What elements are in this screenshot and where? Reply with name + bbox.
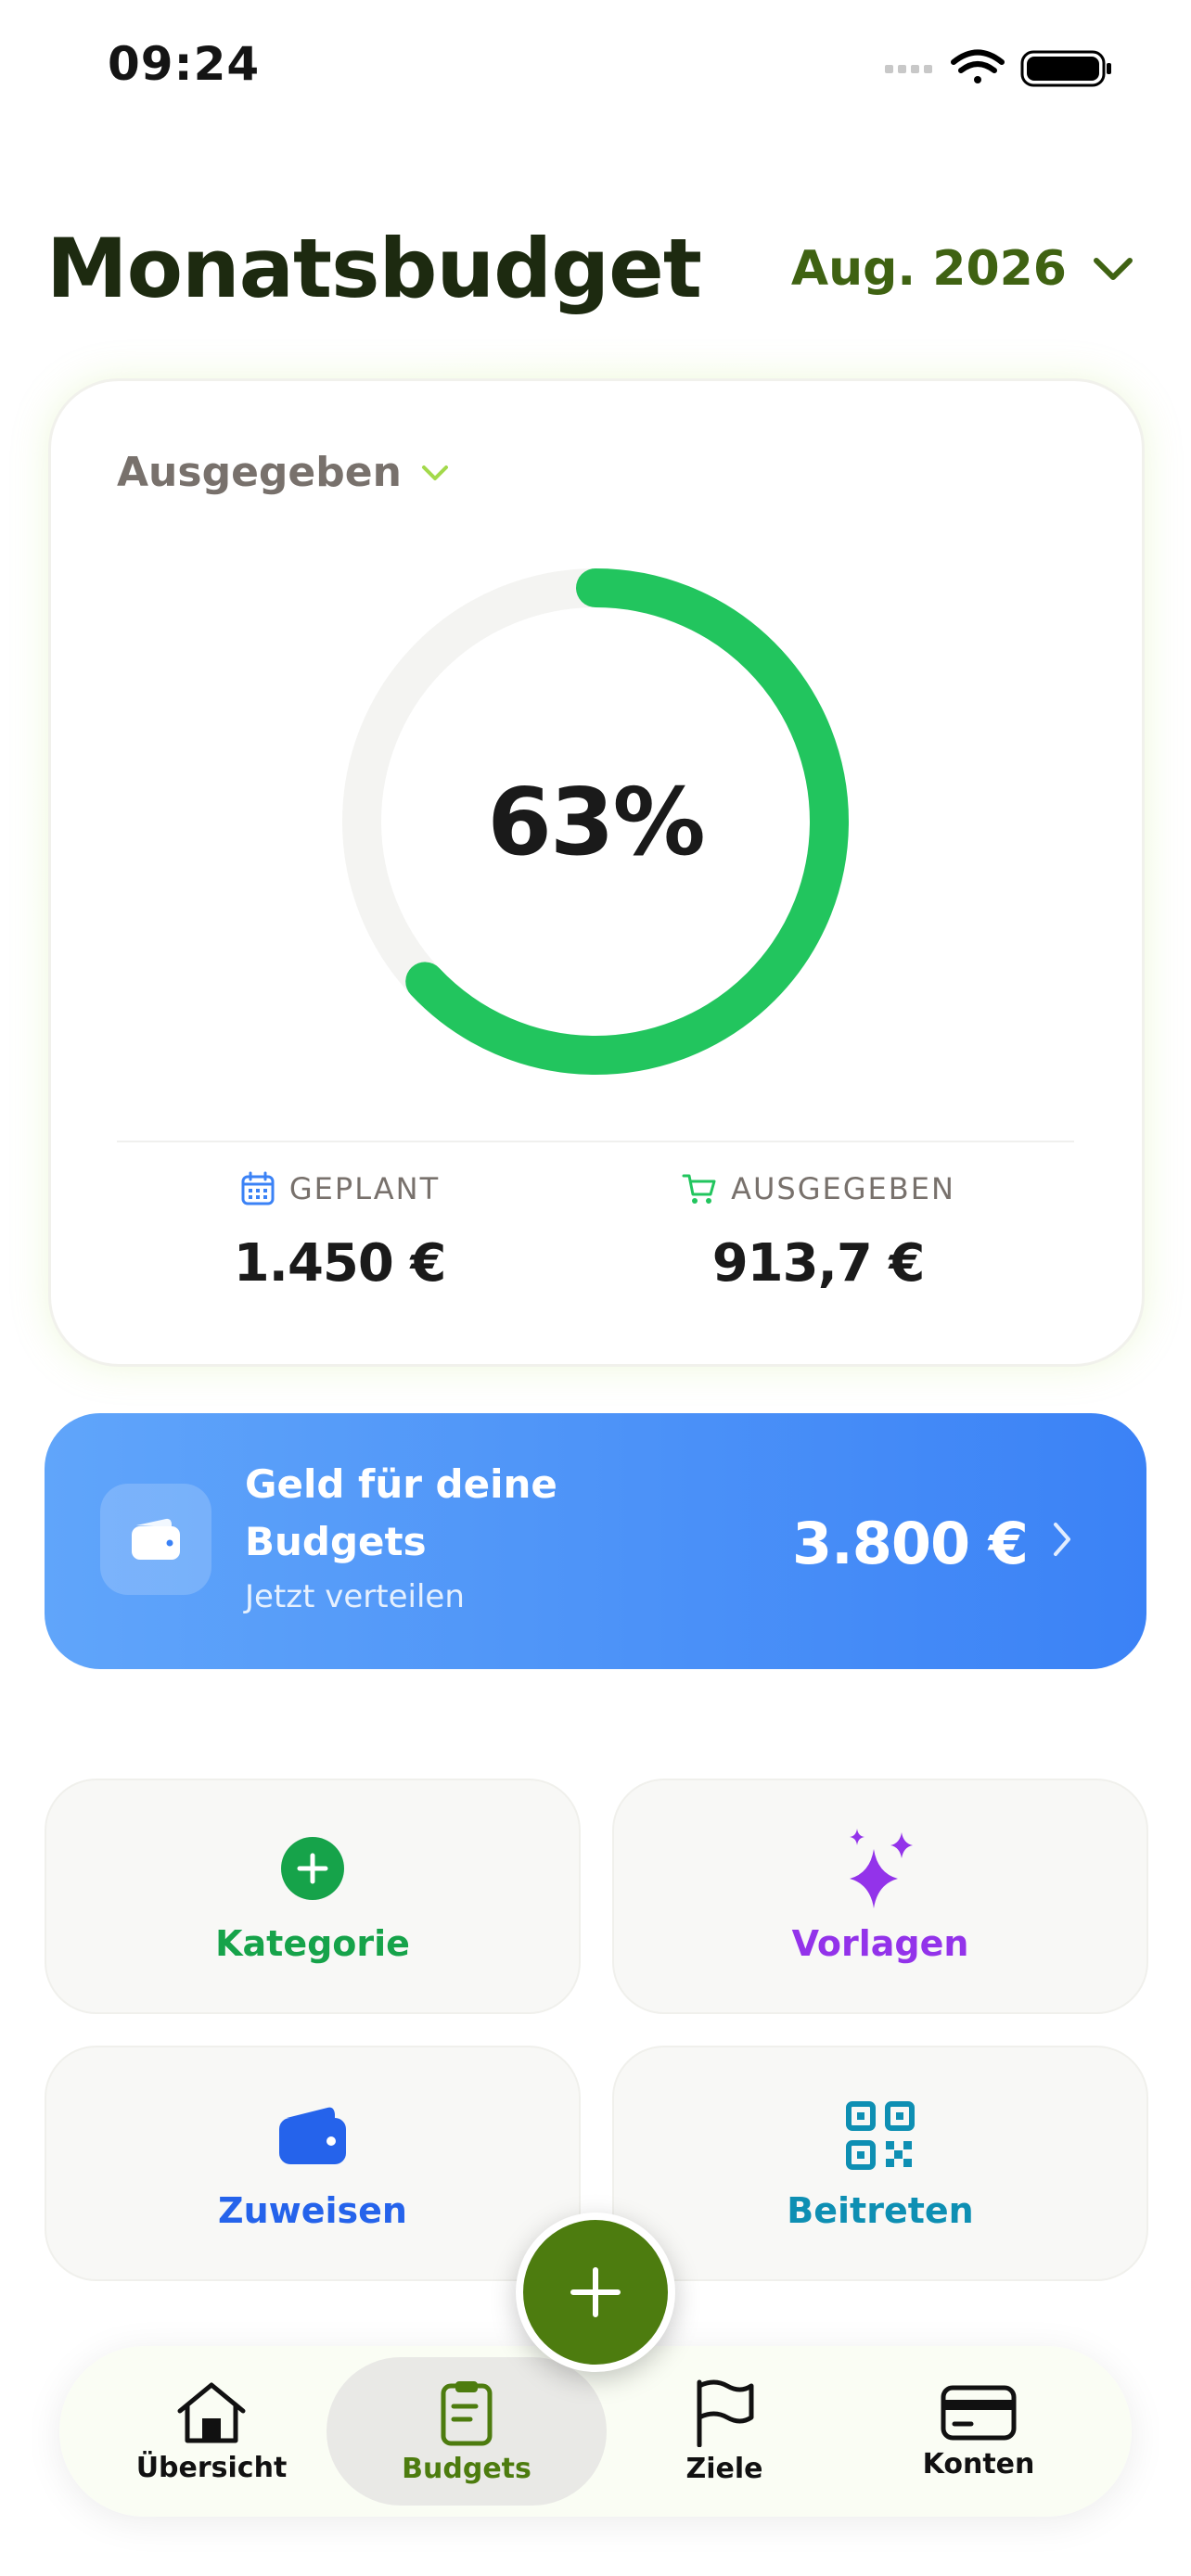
tile-label-join: Beitreten (787, 2190, 974, 2231)
metric-filter-label: Ausgegeben (117, 449, 402, 496)
tile-label-templates: Vorlagen (791, 1923, 969, 1964)
clipboard-icon (441, 2380, 493, 2445)
tab-goals[interactable]: Ziele (604, 2346, 845, 2517)
month-selector[interactable]: Aug. 2026 (791, 241, 1133, 297)
add-button[interactable] (516, 2213, 675, 2372)
templates-tile[interactable]: Vorlagen (612, 1779, 1148, 2014)
status-icons (885, 49, 1111, 87)
banner-title: Geld für deine Budgets (245, 1461, 557, 1564)
tab-label-overview: Übersicht (135, 2451, 288, 2484)
metric-filter-dropdown[interactable]: Ausgegeben (117, 449, 450, 496)
join-tile[interactable]: Beitreten (612, 2046, 1148, 2281)
tile-label-category: Kategorie (215, 1923, 410, 1964)
wifi-icon (951, 49, 1005, 83)
plus-icon (570, 2267, 621, 2317)
banner-subtitle: Jetzt verteilen (245, 1578, 465, 1615)
calendar-icon (241, 1171, 275, 1205)
banner-icon-box (100, 1484, 211, 1595)
wallet-icon (132, 1518, 180, 1560)
planned-value: 1.450 € (233, 1233, 447, 1294)
tab-label-goals: Ziele (685, 2452, 763, 2485)
planned-label: GEPLANT (288, 1171, 441, 1206)
assign-tile[interactable]: Zuweisen (45, 2046, 581, 2281)
flag-icon (697, 2379, 754, 2447)
chevron-right-icon (1054, 1523, 1070, 1556)
cart-icon (682, 1174, 716, 1204)
banner-amount: 3.800 € (792, 1510, 1029, 1577)
month-label: Aug. 2026 (790, 241, 1067, 297)
plus-circle-icon (281, 1837, 344, 1900)
divider (117, 1141, 1074, 1142)
planned-stat: GEPLANT 1.450 € (145, 1170, 534, 1294)
page-title: Monatsbudget (46, 221, 702, 316)
tab-overview[interactable]: Übersicht (91, 2346, 332, 2517)
qr-code-icon (846, 2101, 915, 2170)
spent-stat: AUSGEGEBEN 913,7 € (623, 1170, 1013, 1294)
spent-value: 913,7 € (711, 1233, 926, 1294)
tab-budgets[interactable]: Budgets (346, 2346, 587, 2517)
spent-label: AUSGEGEBEN (731, 1171, 955, 1206)
progress-percent: 63% (487, 767, 705, 876)
credit-card-icon (941, 2385, 1017, 2440)
signal-icon (885, 65, 932, 73)
home-icon (177, 2382, 246, 2442)
status-time: 09:24 (108, 37, 261, 91)
chevron-down-icon (421, 465, 448, 480)
sparkles-icon (850, 1829, 913, 1908)
add-category-tile[interactable]: Kategorie (45, 1779, 581, 2014)
wallet-icon (279, 2107, 346, 2164)
tab-label-budgets: Budgets (402, 2452, 531, 2485)
tab-label-accounts: Konten (922, 2447, 1035, 2480)
tile-label-assign: Zuweisen (218, 2190, 407, 2231)
chevron-down-icon (1094, 258, 1133, 280)
tab-accounts[interactable]: Konten (858, 2346, 1099, 2517)
battery-icon (1020, 50, 1111, 87)
